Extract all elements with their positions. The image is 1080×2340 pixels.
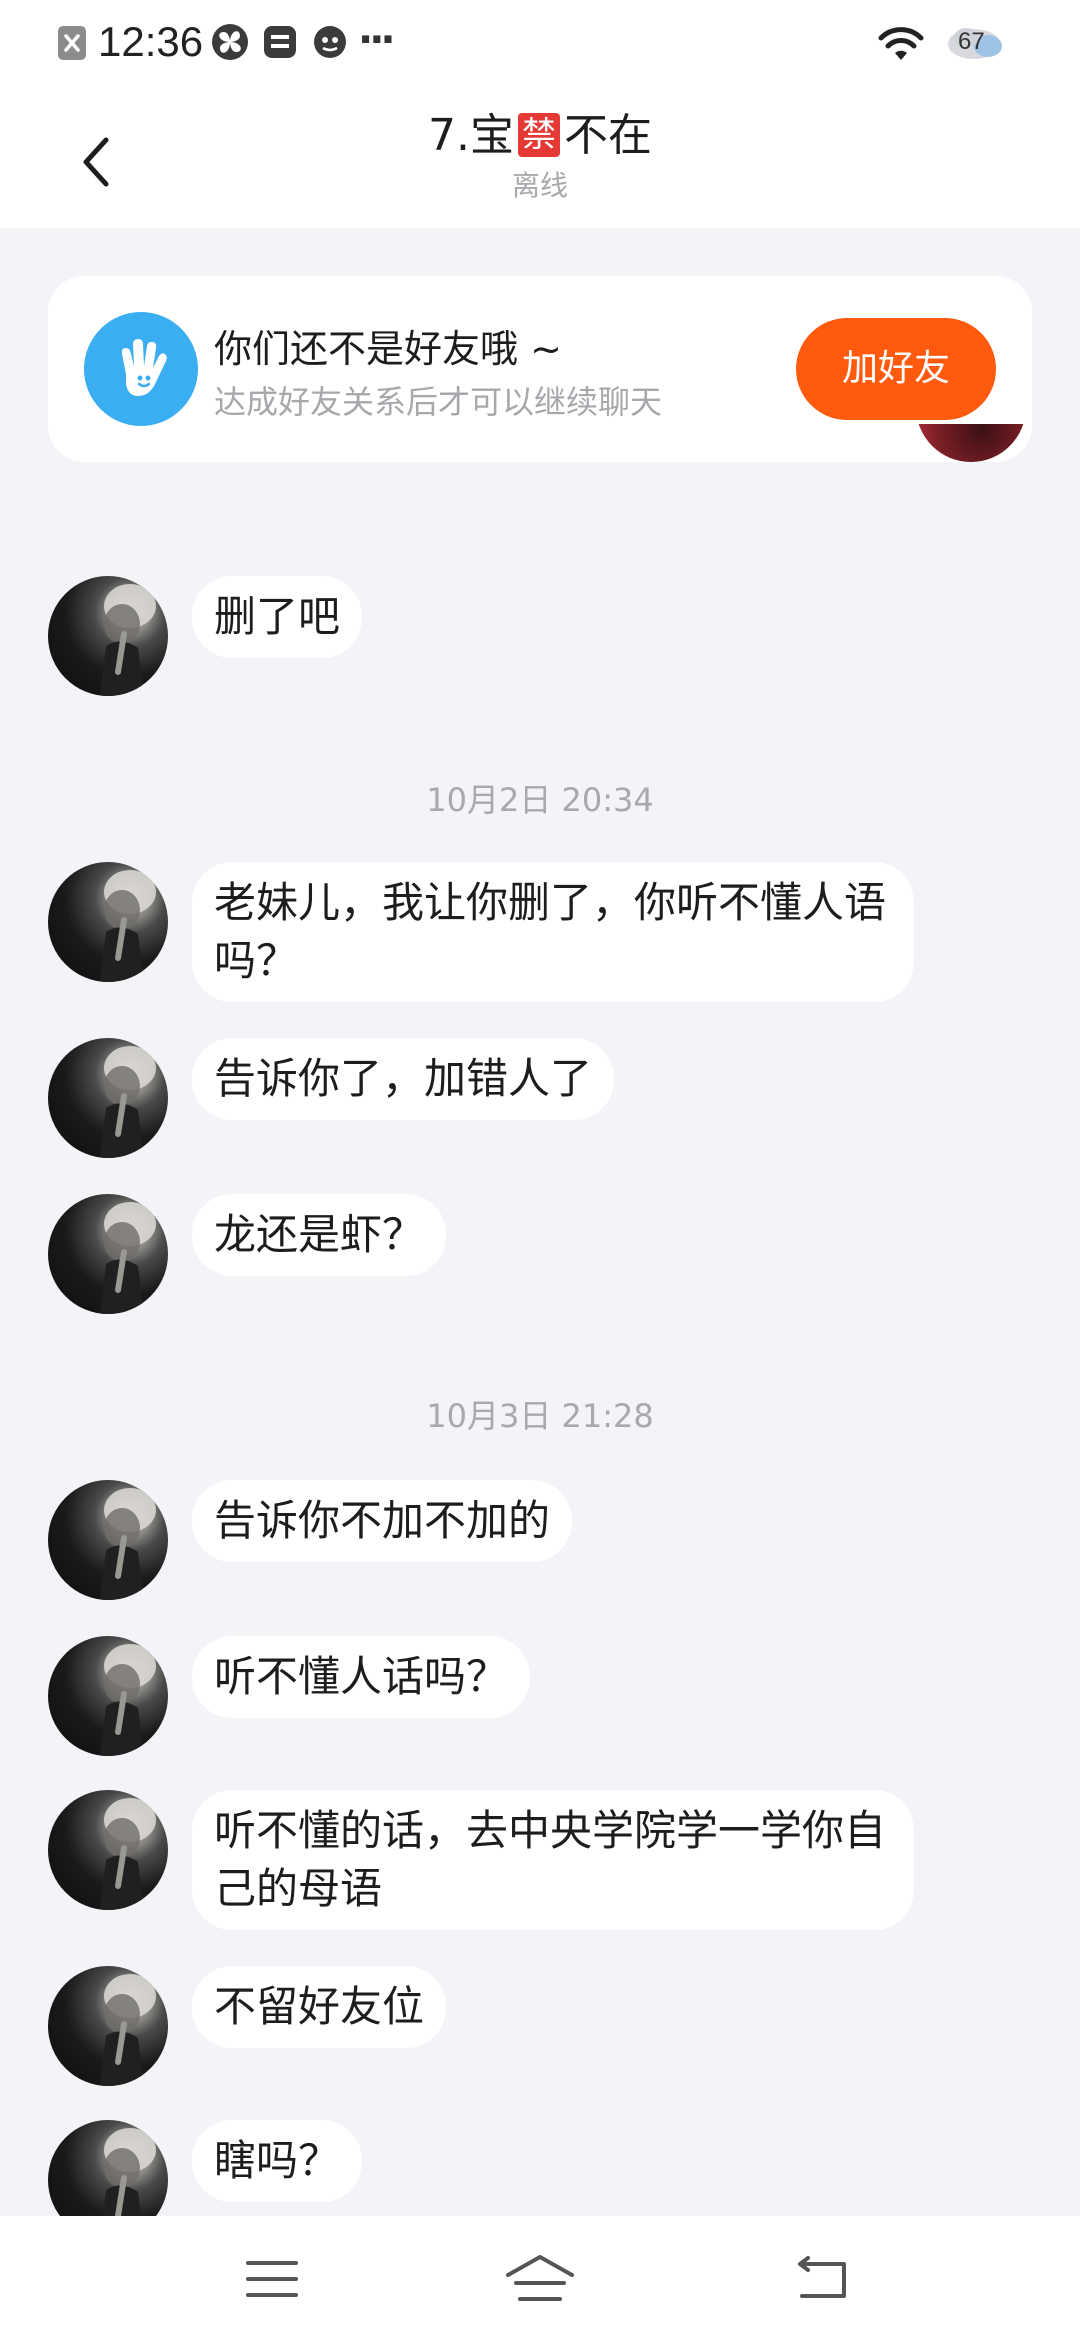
nav-menu-button[interactable]: [222, 2244, 322, 2314]
add-friend-button[interactable]: 加好友: [796, 318, 996, 420]
self-avatar[interactable]: [916, 424, 1026, 542]
contact-avatar[interactable]: [48, 1966, 168, 2086]
timestamp: 10月3日 21:28: [426, 1397, 654, 1435]
menu-icon: [246, 2261, 298, 2297]
qq-notification-icon: [314, 26, 346, 58]
message-bubble[interactable]: 听不懂的话，去中央学院学一学你自己的母语: [192, 1790, 914, 1930]
timestamp: 10月2日 20:34: [426, 781, 654, 819]
add-friend-banner: 你们还不是好友哦 ~ 达成好友关系后才可以继续聊天 加好友: [48, 276, 1032, 462]
system-nav-bar: [0, 2216, 1080, 2340]
return-icon: [798, 2256, 846, 2298]
banner-title: 你们还不是好友哦 ~: [214, 327, 562, 371]
battery-indicator: 67: [944, 22, 1010, 62]
contact-avatar[interactable]: [48, 576, 168, 696]
contact-avatar[interactable]: [48, 1194, 168, 1314]
message-bubble[interactable]: 老妹儿，我让你删了，你听不懂人语吗？: [192, 862, 914, 1002]
message-bubble[interactable]: 龙还是虾？: [192, 1194, 447, 1276]
close-notification-icon: [58, 26, 86, 60]
message-bubble[interactable]: 删了吧: [192, 576, 363, 658]
more-notifications-icon: ···: [358, 17, 396, 63]
message-bubble[interactable]: 瞎吗？: [192, 2120, 363, 2202]
chat-title-suffix: 不在: [563, 110, 652, 161]
contact-avatar[interactable]: [48, 1636, 168, 1756]
home-icon: [506, 2255, 574, 2301]
nav-home-button[interactable]: [490, 2244, 590, 2314]
message-bubble[interactable]: 告诉你了，加错人了: [192, 1038, 615, 1120]
contact-avatar[interactable]: [48, 862, 168, 982]
contact-avatar[interactable]: [48, 1038, 168, 1158]
chat-title-prefix: 7.宝: [428, 110, 514, 161]
chat-header: 7.宝禁不在 离线: [0, 86, 1080, 228]
contact-avatar[interactable]: [48, 1480, 168, 1600]
waving-hand-icon: [121, 339, 167, 396]
contact-avatar[interactable]: [48, 1790, 168, 1910]
status-bar: 12:36 ··· 67: [0, 0, 1080, 86]
chat-title: 7.宝禁不在: [0, 108, 1080, 164]
wifi-icon: [878, 27, 924, 60]
banned-badge: 禁: [517, 113, 560, 157]
battery-level: 67: [958, 28, 985, 55]
status-time: 12:36: [98, 18, 204, 65]
message-bubble[interactable]: 告诉你不加不加的: [192, 1480, 573, 1562]
message-bubble[interactable]: 听不懂人话吗？: [192, 1636, 531, 1718]
pinwheel-icon: [212, 24, 248, 60]
friend-badge: [84, 312, 198, 426]
message-bubble[interactable]: 不留好友位: [192, 1966, 447, 2048]
app-notification-icon: [264, 26, 296, 58]
banner-subtitle: 达成好友关系后才可以继续聊天: [214, 383, 663, 421]
nav-back-button[interactable]: [772, 2244, 872, 2314]
online-status: 离线: [511, 169, 568, 202]
